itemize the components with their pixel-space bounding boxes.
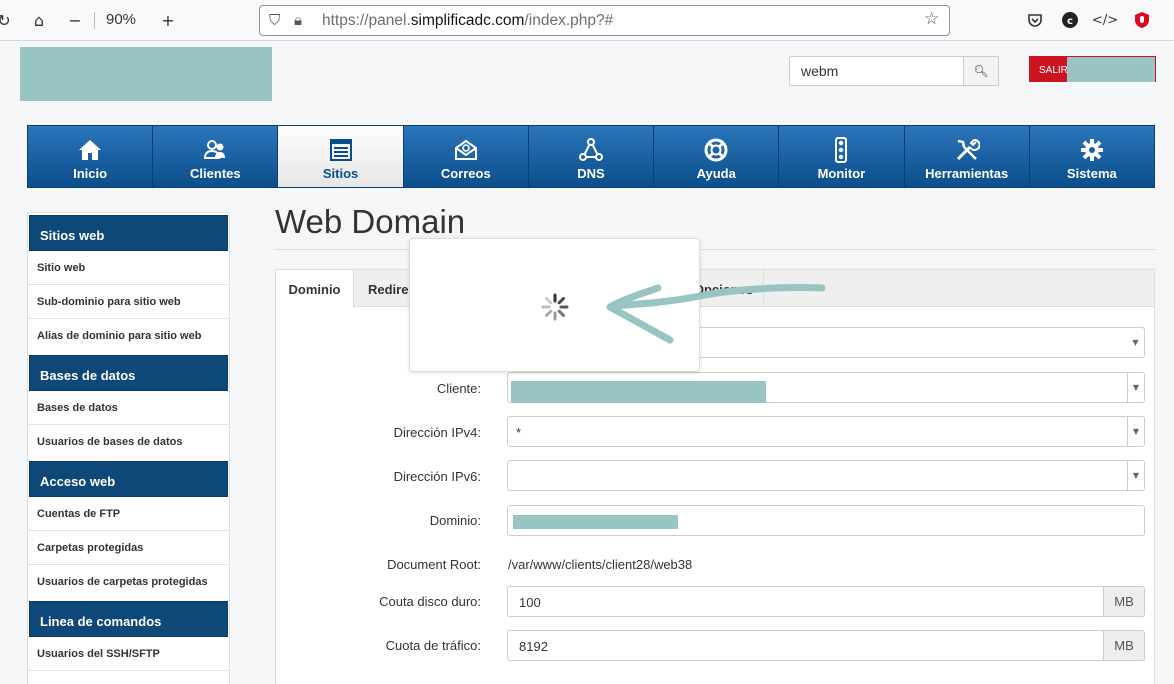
search-button[interactable]: 🔍︎ — [963, 56, 999, 86]
traffic-quota-label: Cuota de tráfico: — [385, 638, 481, 653]
chevron-down-icon: ▼ — [1127, 417, 1144, 446]
ipv4-label: Dirección IPv4: — [393, 425, 481, 440]
sidebar-item-usuarios-bd[interactable]: Usuarios de bases de datos — [28, 425, 229, 459]
cliente-value-redacted — [511, 381, 766, 403]
lifebuoy-icon — [704, 138, 728, 162]
dns-icon — [578, 138, 603, 161]
username-redacted — [1067, 57, 1155, 82]
reload-icon[interactable]: ↻ — [0, 10, 14, 30]
nav-ayuda[interactable]: Ayuda — [654, 126, 780, 187]
disk-quota-label: Couta disco duro: — [379, 594, 481, 609]
cliente-label: Cliente: — [436, 381, 481, 396]
nav-herramientas[interactable]: Herramientas — [904, 126, 1030, 187]
dominio-input[interactable] — [507, 505, 1145, 536]
traffic-light-icon — [835, 137, 848, 163]
pocket-icon[interactable] — [1025, 10, 1045, 30]
search-input[interactable] — [789, 56, 964, 86]
nav-label: Monitor — [817, 166, 866, 181]
chevron-down-icon: ▼ — [1127, 373, 1144, 402]
ipv4-value: * — [516, 425, 522, 440]
zoom-in-icon[interactable]: + — [158, 10, 178, 30]
logo-redacted — [20, 47, 272, 101]
sidebar-section-sitios-web: Sitios web — [29, 215, 228, 251]
divider — [275, 249, 1155, 250]
sidebar-item-usuarios-carpetas[interactable]: Usuarios de carpetas protegidas — [28, 565, 229, 599]
svg-text:c: c — [1067, 16, 1073, 27]
zoom-out-icon[interactable]: − — [65, 10, 85, 30]
nav-label: Sitios — [322, 166, 359, 181]
code-icon[interactable]: </> — [1092, 10, 1118, 30]
ipv4-select[interactable]: * ▼ — [507, 416, 1145, 447]
traffic-quota-group: 8192 MB — [507, 630, 1145, 661]
nav-correos[interactable]: Correos — [403, 126, 529, 187]
disk-quota-input[interactable]: 100 — [507, 586, 1104, 617]
nav-monitor[interactable]: Monitor — [779, 126, 905, 187]
users-icon — [204, 140, 226, 159]
lock-icon[interactable]: 🔒︎ — [294, 11, 302, 29]
cliente-select[interactable]: ▼ — [507, 372, 1145, 403]
nav-sitios[interactable]: Sitios — [278, 126, 404, 187]
nav-label: Inicio — [73, 166, 108, 181]
page-title: Web Domain — [275, 203, 466, 240]
nav-label: Herramientas — [925, 166, 1009, 181]
bookmark-star-icon[interactable]: ☆ — [924, 9, 939, 29]
zoom-level[interactable]: 90% — [106, 11, 136, 28]
nav-label: Sistema — [1066, 166, 1117, 181]
tab-dominio[interactable]: Dominio — [276, 270, 354, 308]
mail-icon — [454, 139, 477, 160]
search-icon: 🔍︎ — [973, 64, 989, 78]
url-text[interactable]: https://panel.simplificadc.com/index.php… — [322, 12, 613, 30]
nav-label: Clientes — [190, 166, 241, 181]
sites-icon — [329, 139, 352, 161]
main-nav: Inicio Clientes Sitios Correos DNS Ayuda… — [27, 125, 1155, 188]
disk-quota-group: 100 MB — [507, 586, 1145, 617]
traffic-quota-unit: MB — [1103, 630, 1145, 661]
chevron-down-icon: ▼ — [1132, 338, 1139, 347]
sidebar-item-subdominio[interactable]: Sub-dominio para sitio web — [28, 285, 229, 319]
browser-toolbar: ↻ ⌂ − 90% + ⛉ 🔒︎ https://panel.simplific… — [0, 0, 1174, 41]
nav-dns[interactable]: DNS — [528, 126, 655, 187]
gear-icon — [1080, 139, 1103, 161]
sidebar-item-sitio-web[interactable]: Sitio web — [28, 251, 229, 285]
nav-sistema[interactable]: Sistema — [1029, 126, 1154, 187]
sidebar-item-ftp[interactable]: Cuentas de FTP — [28, 497, 229, 531]
ipv6-select[interactable]: ▼ — [507, 460, 1145, 491]
shield-icon[interactable]: ⛉ — [269, 11, 280, 29]
nav-label: DNS — [577, 166, 605, 181]
ublock-icon[interactable] — [1132, 10, 1152, 30]
nav-inicio[interactable]: Inicio — [28, 126, 154, 187]
sidebar-section-linea-comandos: Linea de comandos — [29, 601, 228, 637]
sidebar-section-bases-datos: Bases de datos — [29, 355, 228, 391]
nav-clientes[interactable]: Clientes — [153, 126, 279, 187]
chevron-down-icon: ▼ — [1127, 461, 1144, 490]
sidebar: Sitios web Sitio web Sub-dominio para si… — [27, 212, 230, 684]
home-browser-icon[interactable]: ⌂ — [29, 10, 49, 30]
disk-quota-unit: MB — [1103, 586, 1145, 617]
sidebar-item-bases-datos[interactable]: Bases de datos — [28, 391, 229, 425]
search-box: 🔍︎ — [789, 56, 999, 86]
sidebar-section-acceso-web: Acceso web — [29, 461, 228, 497]
tools-icon — [956, 139, 980, 161]
sidebar-item-alias-dominio[interactable]: Alias de dominio para sitio web — [28, 319, 229, 353]
home-icon — [79, 140, 102, 160]
annotation-arrow — [606, 283, 826, 344]
traffic-quota-input[interactable]: 8192 — [507, 630, 1104, 661]
nav-label: Ayuda — [696, 166, 736, 181]
url-bar[interactable]: ⛉ 🔒︎ https://panel.simplificadc.com/inde… — [259, 5, 950, 36]
dominio-label: Dominio: — [429, 513, 481, 528]
sidebar-item-carpetas[interactable]: Carpetas protegidas — [28, 531, 229, 565]
ipv6-label: Dirección IPv6: — [393, 469, 481, 484]
nav-label: Correos — [440, 166, 491, 181]
separator — [94, 12, 95, 29]
loading-spinner-icon — [541, 293, 569, 321]
extension-c-icon[interactable]: c — [1060, 10, 1080, 30]
sidebar-item-ssh[interactable]: Usuarios del SSH/SFTP — [28, 637, 229, 671]
docroot-label: Document Root: — [387, 557, 481, 572]
docroot-value: /var/www/clients/client28/web38 — [508, 557, 693, 572]
dominio-value-redacted — [513, 515, 678, 529]
